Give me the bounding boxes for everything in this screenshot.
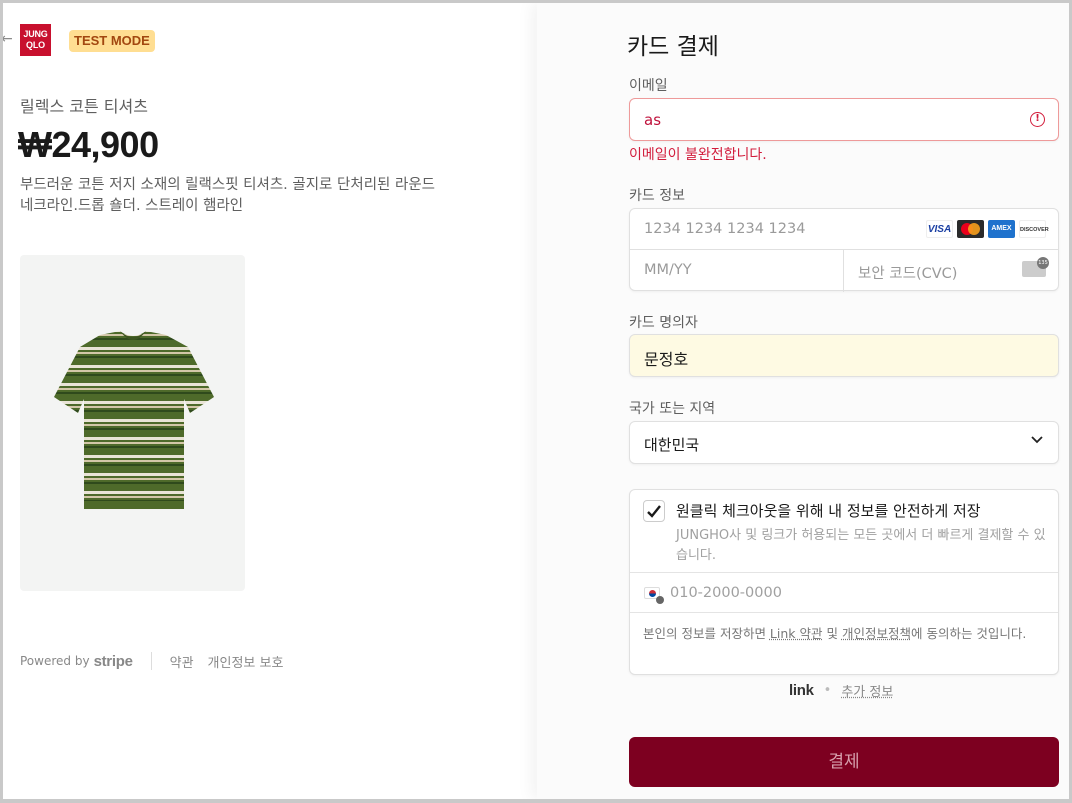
cvc-input[interactable]: 보안 코드(CVC) (844, 250, 1060, 292)
arrow-left-icon[interactable]: ← (3, 31, 13, 47)
powered-by-label: Powered by (20, 654, 90, 668)
amex-icon: AMEX (988, 220, 1015, 238)
save-info-description: JUNGHO사 및 링크가 허용되는 모든 곳에서 더 빠르게 결제할 수 있습… (676, 528, 1046, 563)
form-title: 카드 결제 (627, 34, 719, 60)
save-info-label: 원클릭 체크아웃을 위해 내 정보를 안전하게 저장 (676, 502, 981, 520)
product-panel: ← JUNG QLO TEST MODE 릴렉스 코튼 티셔츠 ₩24,900 … (3, 3, 537, 799)
stripe-footer: Powered by stripe 약관 개인정보 보호 (20, 651, 297, 671)
card-brands: VISA AMEX DISCOVER (926, 220, 1049, 238)
save-info-checkbox[interactable] (643, 500, 665, 522)
test-mode-badge: TEST MODE (69, 30, 155, 52)
product-name: 릴렉스 코튼 티셔츠 (20, 97, 148, 116)
cvc-placeholder: 보안 코드(CVC) (858, 266, 958, 282)
email-value: as (644, 111, 662, 129)
cardholder-name-input[interactable]: 문정호 (629, 334, 1059, 377)
expiry-input[interactable]: MM/YY (630, 250, 844, 292)
link-privacy-link[interactable]: 개인정보정책 (842, 626, 911, 641)
more-info-link[interactable]: 추가 정보 (841, 681, 893, 700)
product-description: 부드러운 코튼 저지 소재의 릴랙스핏 티셔츠. 골지로 단처리된 라운드 네크… (20, 177, 435, 214)
payment-form-panel: 카드 결제 이메일 as ! 이메일이 불완전합니다. 카드 정보 1234 1… (537, 3, 1069, 799)
checkout-page: ← JUNG QLO TEST MODE 릴렉스 코튼 티셔츠 ₩24,900 … (3, 3, 1069, 799)
mastercard-icon (957, 220, 984, 238)
pay-button[interactable]: 결제 (629, 737, 1059, 787)
visa-icon: VISA (926, 220, 953, 238)
footer-divider (150, 652, 152, 670)
country-select[interactable]: 대한민국 (629, 421, 1059, 464)
country-label: 국가 또는 지역 (629, 401, 716, 417)
card-info-group: 1234 1234 1234 1234 VISA AMEX DISCOVER M… (629, 208, 1060, 292)
chevron-down-icon (1030, 433, 1044, 451)
cvc-card-icon (1022, 257, 1049, 277)
footer-dot: • (823, 683, 832, 698)
link-footer: link • 추가 정보 (789, 681, 893, 700)
privacy-link[interactable]: 개인정보 보호 (208, 652, 284, 671)
card-number-input[interactable]: 1234 1234 1234 1234 VISA AMEX DISCOVER (630, 209, 1058, 250)
stripe-logo[interactable]: stripe (94, 653, 133, 670)
link-logo: link (789, 682, 814, 699)
product-price: ₩24,900 (18, 124, 159, 165)
tshirt-image (54, 331, 214, 509)
email-label: 이메일 (629, 78, 668, 94)
expiry-placeholder: MM/YY (644, 262, 692, 278)
link-save-box: 원클릭 체크아웃을 위해 내 정보를 안전하게 저장 JUNGHO사 및 링크가… (629, 489, 1059, 675)
card-number-placeholder: 1234 1234 1234 1234 (644, 221, 806, 237)
error-icon: ! (1030, 112, 1045, 127)
product-image (20, 255, 245, 591)
email-error-message: 이메일이 불완전합니다. (629, 147, 767, 163)
cardholder-name-value: 문정호 (644, 350, 689, 369)
brand-logo: JUNG QLO (20, 24, 51, 56)
link-terms-link[interactable]: Link 약관 (770, 626, 823, 641)
discover-icon: DISCOVER (1019, 220, 1049, 238)
card-info-label: 카드 정보 (629, 188, 685, 204)
cardholder-label: 카드 명의자 (629, 315, 698, 331)
phone-placeholder: 010-2000-0000 (670, 585, 782, 601)
link-terms-text: 본인의 정보를 저장하면 Link 약관 및 개인정보정책에 동의하는 것입니다… (643, 626, 1027, 641)
phone-input[interactable]: 010-2000-0000 (630, 572, 1058, 613)
country-value: 대한민국 (644, 436, 700, 454)
chevron-badge-icon (656, 596, 664, 604)
terms-link[interactable]: 약관 (170, 652, 194, 671)
email-field[interactable]: as ! (629, 98, 1059, 141)
